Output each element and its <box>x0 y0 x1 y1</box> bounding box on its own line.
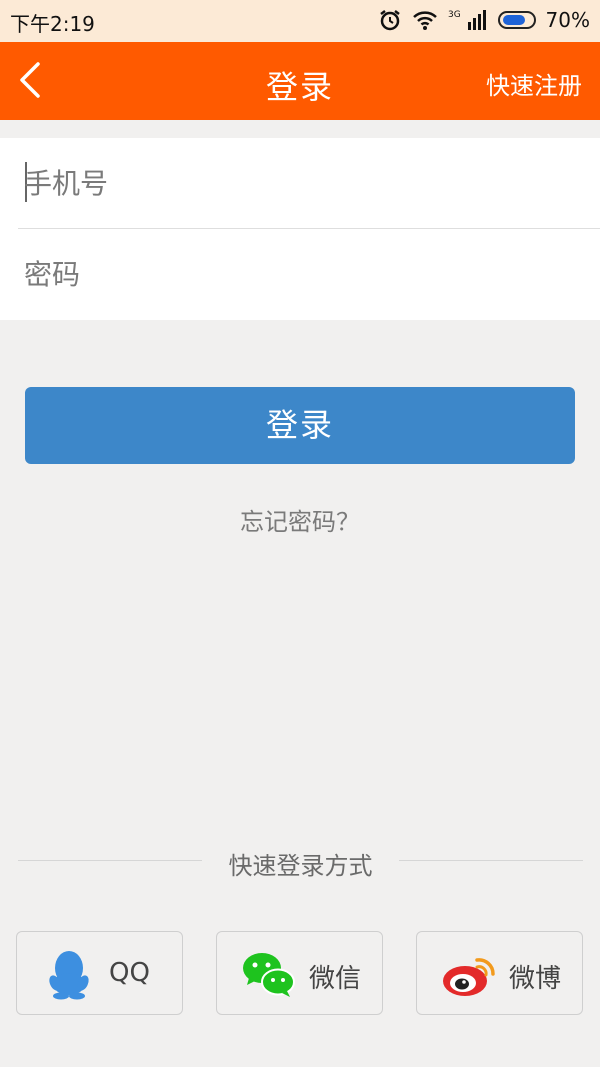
status-bar: 下午2:19 3G 70% <box>0 0 600 42</box>
weibo-label: 微博 <box>509 964 562 994</box>
phone-field <box>0 138 600 229</box>
battery-icon <box>497 11 536 29</box>
wechat-icon <box>243 953 295 997</box>
password-input[interactable] <box>24 251 584 297</box>
status-time: 下午2:19 <box>10 12 95 36</box>
weibo-login-button[interactable]: 微博 <box>416 931 583 1015</box>
forgot-password-link[interactable]: 忘记密码？ <box>0 502 600 537</box>
password-field <box>0 229 600 320</box>
quick-login-heading: 快速登录方式 <box>18 846 583 880</box>
weibo-icon <box>443 958 495 996</box>
battery-level: 70% <box>545 8 590 32</box>
status-icons: 3G 70% <box>378 8 590 32</box>
phone-input[interactable] <box>24 160 584 206</box>
qq-label: QQ <box>109 958 150 988</box>
login-button[interactable]: 登录 <box>25 387 575 464</box>
signal-icon: 3G <box>448 10 486 30</box>
qq-login-button[interactable]: QQ <box>16 931 183 1015</box>
divider-right <box>399 860 583 861</box>
quick-register-link[interactable]: 快速注册 <box>486 66 582 101</box>
login-form <box>0 138 600 320</box>
wechat-label: 微信 <box>309 964 362 994</box>
network-type: 3G <box>448 10 461 20</box>
header: 登录 快速注册 <box>0 42 600 120</box>
wechat-login-button[interactable]: 微信 <box>216 931 383 1015</box>
qq-icon <box>49 951 89 1000</box>
wifi-icon <box>412 11 437 30</box>
alarm-icon <box>379 10 400 31</box>
quick-login-title: 快速登录方式 <box>228 852 373 880</box>
